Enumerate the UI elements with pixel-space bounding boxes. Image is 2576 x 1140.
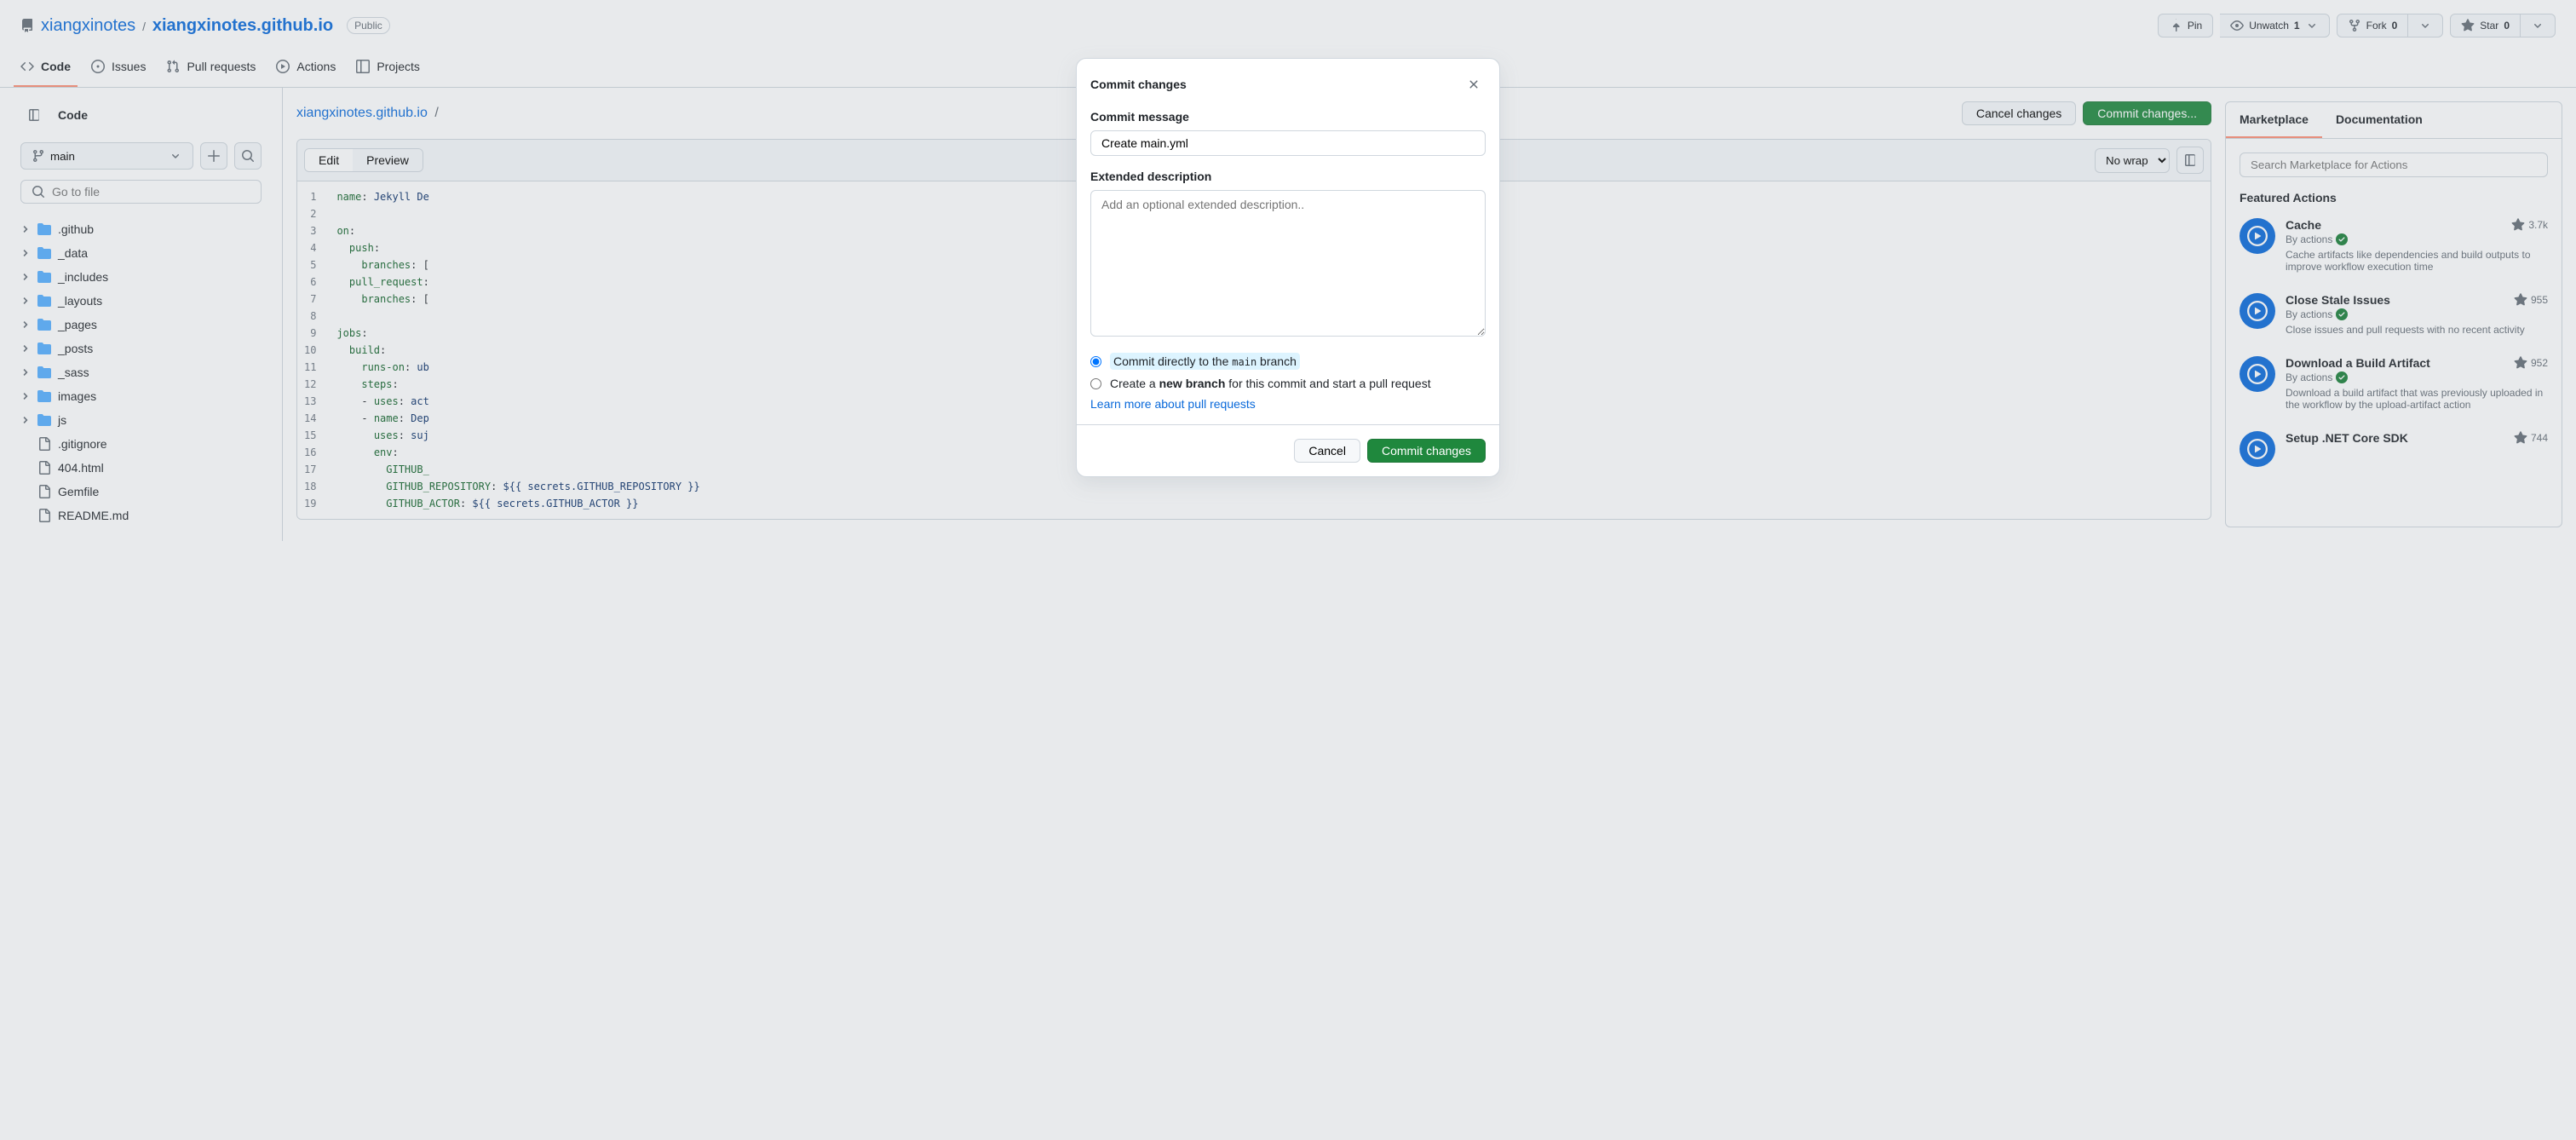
extended-desc-textarea[interactable] bbox=[1090, 190, 1486, 337]
commit-modal: Commit changes Commit message Extended d… bbox=[1076, 58, 1500, 477]
commit-message-input[interactable] bbox=[1090, 130, 1486, 156]
modal-commit-button[interactable]: Commit changes bbox=[1367, 439, 1486, 463]
radio-new-branch-label: Create a new branch for this commit and … bbox=[1110, 377, 1431, 390]
learn-pr-link[interactable]: Learn more about pull requests bbox=[1090, 397, 1256, 411]
radio-new-branch[interactable] bbox=[1090, 378, 1101, 389]
modal-cancel-button[interactable]: Cancel bbox=[1294, 439, 1360, 463]
modal-title: Commit changes bbox=[1090, 78, 1187, 91]
radio-commit-direct-label: Commit directly to the main branch bbox=[1110, 353, 1300, 370]
commit-message-label: Commit message bbox=[1090, 110, 1486, 124]
close-button[interactable] bbox=[1462, 72, 1486, 96]
close-icon bbox=[1467, 78, 1481, 91]
extended-desc-label: Extended description bbox=[1090, 170, 1486, 183]
modal-overlay: Commit changes Commit message Extended d… bbox=[0, 0, 2576, 1140]
radio-commit-direct[interactable] bbox=[1090, 356, 1101, 367]
